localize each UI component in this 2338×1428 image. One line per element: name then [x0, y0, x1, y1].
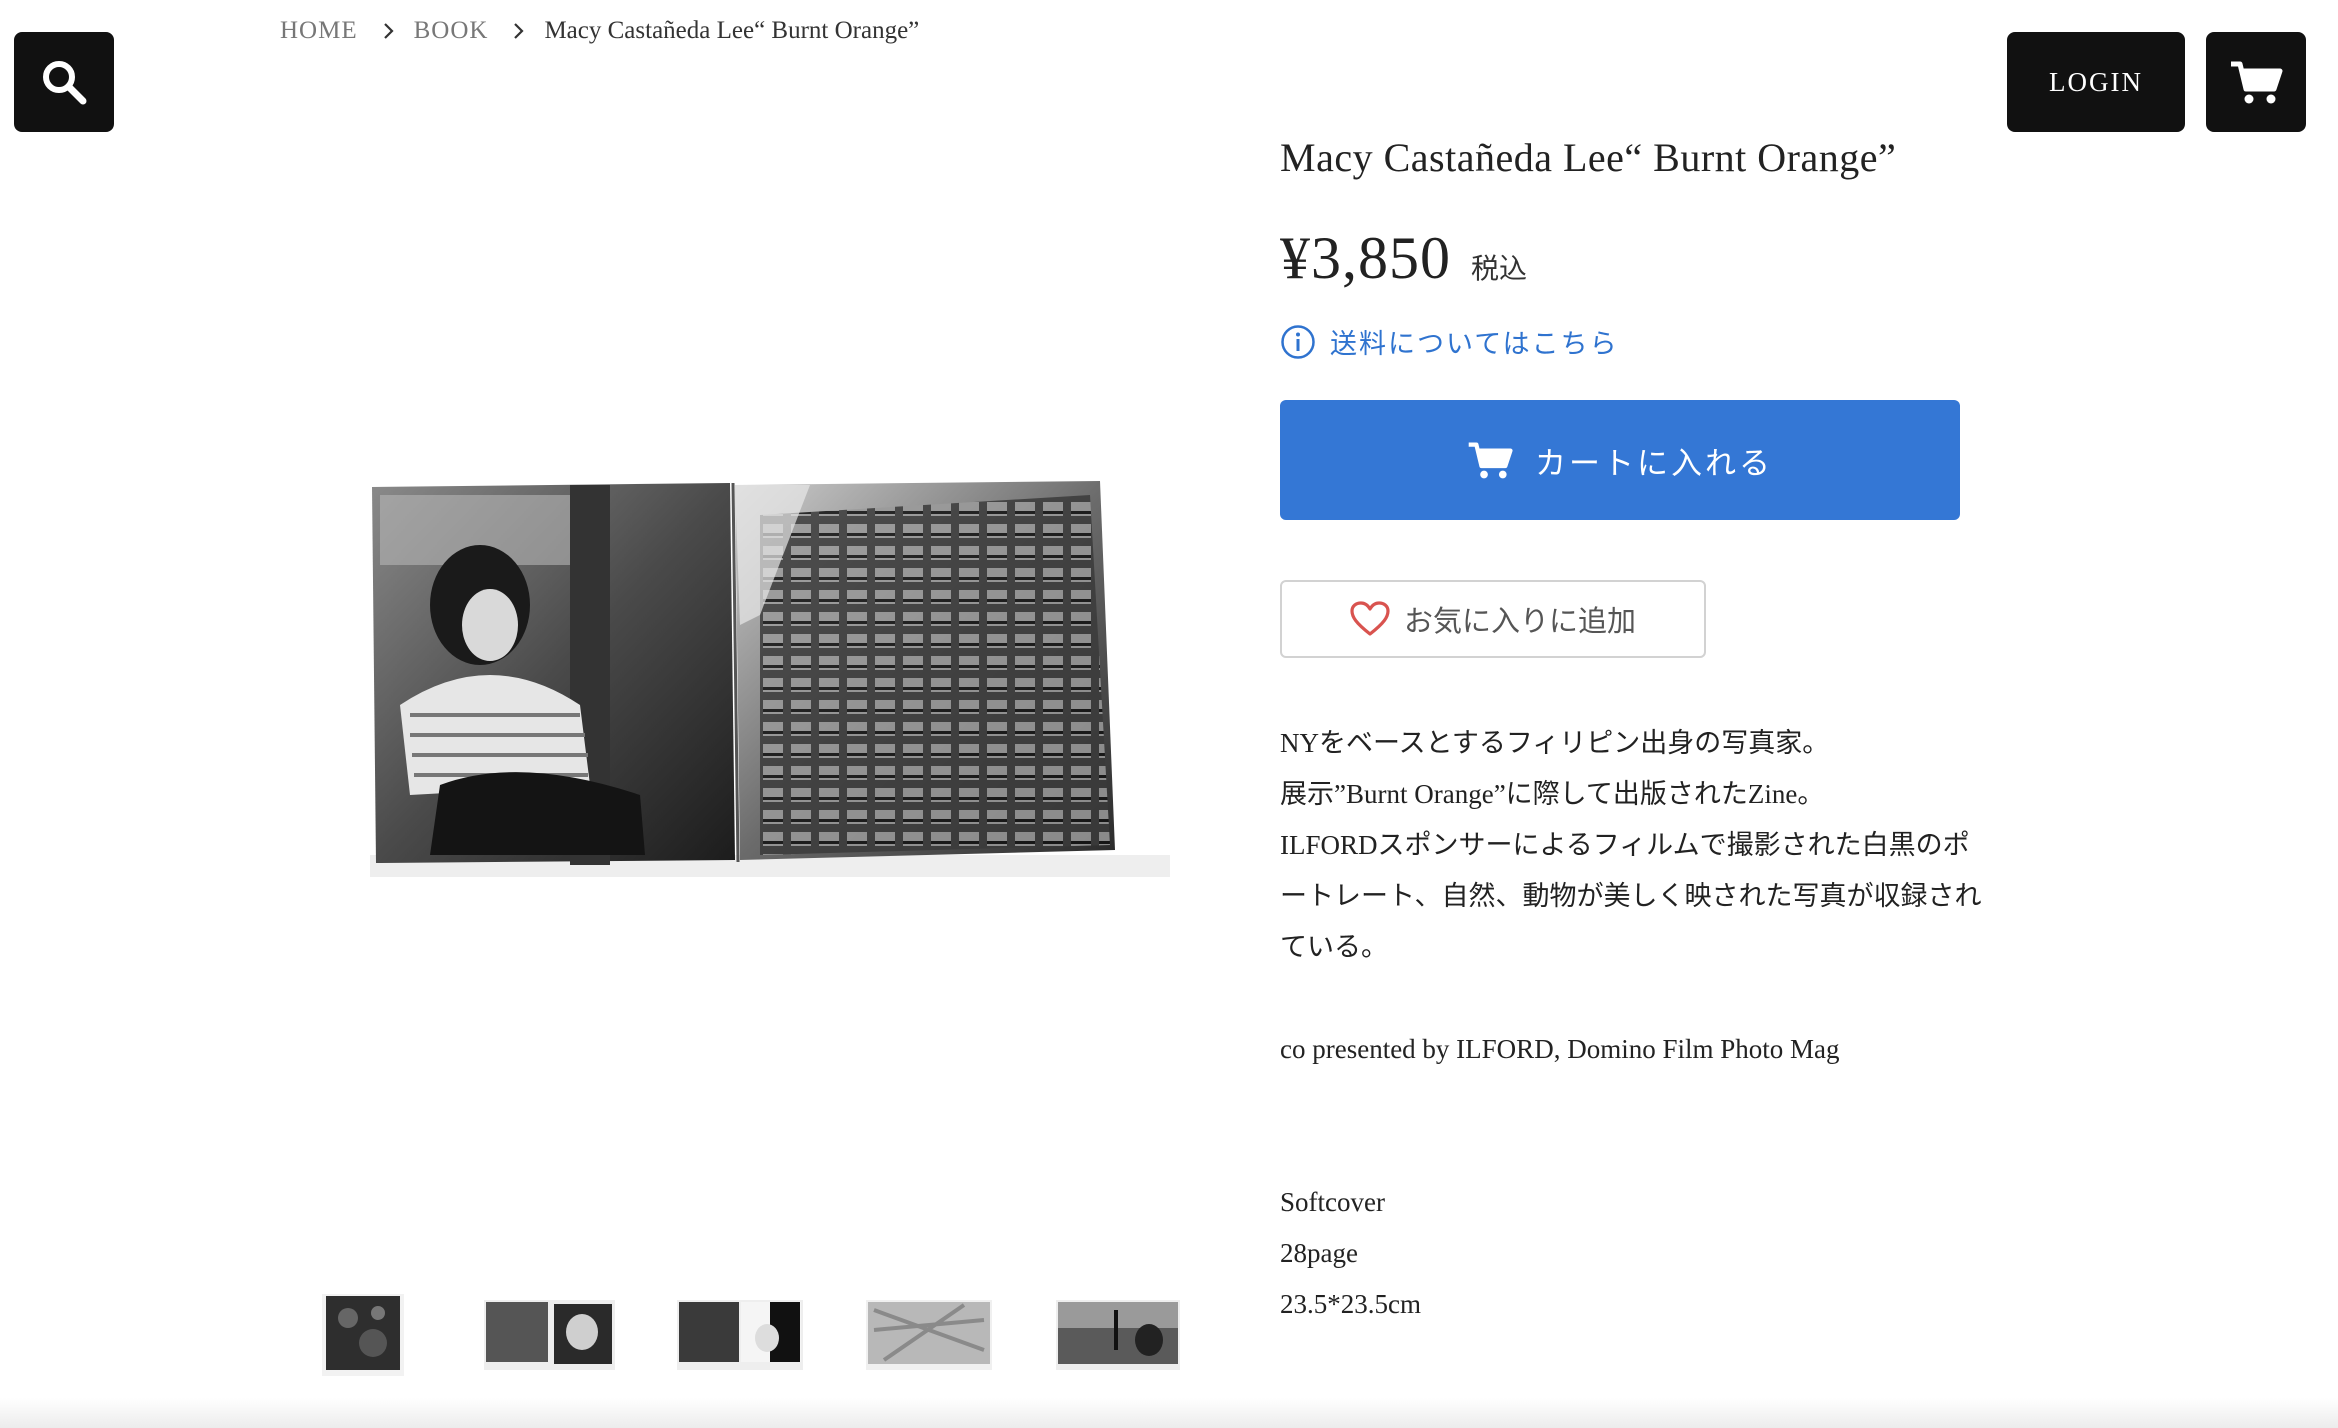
search-icon — [43, 61, 87, 105]
description-line: ートレート、自然、動物が美しく映された写真が収録され — [1280, 881, 1982, 911]
description-credit: co presented by ILFORD, Domino Film Phot… — [1280, 1034, 1840, 1064]
product-title: Macy Castañeda Lee“ Burnt Orange” — [1280, 135, 1897, 180]
product-thumbnail[interactable] — [482, 1290, 617, 1380]
cart-icon — [1468, 442, 1513, 479]
add-to-cart-label: カートに入れる — [1535, 445, 1773, 482]
product-price: ¥3,850 — [1280, 225, 1451, 291]
description-line: ている。 — [1280, 932, 1388, 962]
spec-pages: 28page — [1280, 1238, 1358, 1268]
breadcrumb-current: Macy Castañeda Lee“ Burnt Orange” — [544, 17, 920, 44]
cart-icon — [2231, 61, 2283, 104]
shipping-info-label: 送料についてはこちら — [1330, 329, 1619, 360]
description-line: NYをベースとするフィリピン出身の写真家。 — [1280, 728, 1830, 758]
description-line: ILFORDスポンサーによるフィルムで撮影された白黒のポ — [1280, 830, 1970, 860]
price-row: ¥3,850 税込 — [1280, 224, 1527, 293]
login-button[interactable]: LOGIN — [2007, 32, 2185, 132]
heart-icon — [1350, 601, 1390, 636]
info-icon — [1281, 324, 1315, 359]
breadcrumb: HOME BOOK Macy Castañeda Lee“ Burnt Oran… — [280, 14, 919, 48]
spec-binding: Softcover — [1280, 1187, 1385, 1217]
product-description: NYをベースとするフィリピン出身の写真家。 展示”Burnt Orange”に際… — [1280, 718, 2040, 1330]
product-main-image[interactable] — [340, 455, 1190, 885]
cart-button[interactable] — [2206, 32, 2306, 132]
product-thumbnail[interactable] — [864, 1290, 994, 1380]
page-bottom-edge — [0, 1398, 2338, 1428]
spec-size: 23.5*23.5cm — [1280, 1289, 1421, 1319]
breadcrumb-home-link[interactable]: HOME — [280, 17, 358, 45]
tax-label: 税込 — [1471, 252, 1528, 285]
add-to-favorites-button[interactable]: お気に入りに追加 — [1280, 580, 1706, 658]
chevron-right-icon — [383, 23, 394, 39]
product-thumbnail[interactable] — [318, 1288, 408, 1383]
search-button[interactable] — [14, 32, 114, 132]
description-line: 展示”Burnt Orange”に際して出版されたZine。 — [1280, 779, 1825, 809]
product-thumbnail[interactable] — [675, 1290, 805, 1380]
product-thumbnail[interactable] — [1054, 1290, 1182, 1380]
add-to-favorites-label: お気に入りに追加 — [1403, 604, 1636, 638]
chevron-right-icon — [514, 23, 525, 39]
shipping-info-link[interactable]: 送料についてはこちら — [1280, 322, 1619, 361]
breadcrumb-book-link[interactable]: BOOK — [414, 17, 489, 45]
add-to-cart-button[interactable]: カートに入れる — [1280, 400, 1960, 520]
